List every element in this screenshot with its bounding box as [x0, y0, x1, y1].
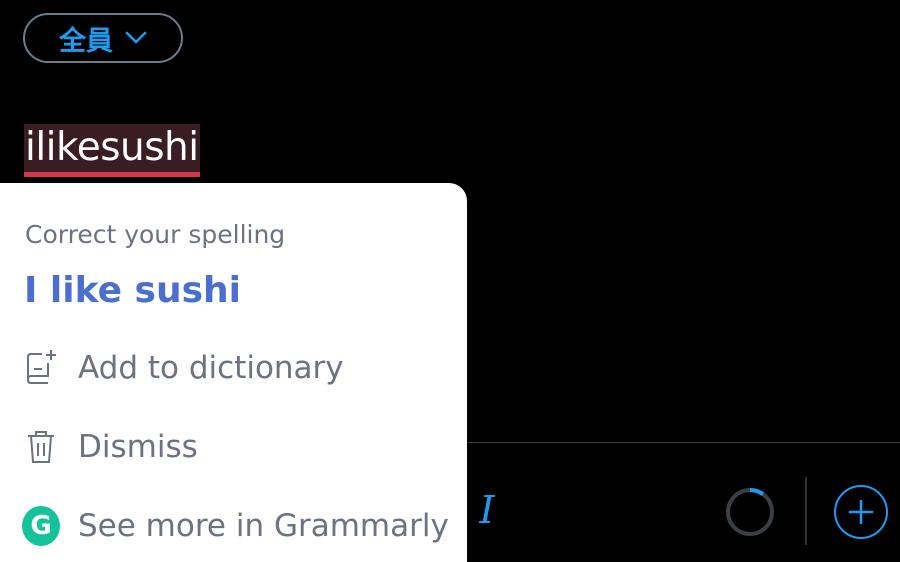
compose-divider	[466, 442, 900, 443]
audience-label: 全員	[59, 25, 113, 57]
dictionary-add-icon	[22, 348, 60, 388]
chevron-down-icon	[125, 31, 147, 45]
spelling-error-underline	[24, 172, 200, 177]
grammarly-suggestion-popup: Correct your spelling I like sushi Add t…	[0, 183, 467, 562]
add-thread-button[interactable]	[834, 485, 888, 539]
see-more-in-grammarly-button[interactable]: G See more in Grammarly	[22, 506, 449, 546]
dismiss-button[interactable]: Dismiss	[22, 427, 198, 467]
grammarly-logo-letter: G	[22, 506, 60, 546]
audience-selector-button[interactable]: 全員	[23, 13, 183, 63]
trash-icon	[22, 427, 60, 467]
grammarly-logo-icon: G	[22, 506, 60, 546]
misspelled-word[interactable]: ilikesushi	[24, 124, 200, 172]
add-thread-icon	[848, 499, 874, 525]
see-more-label: See more in Grammarly	[78, 508, 449, 544]
compose-text-area[interactable]: ilikesushi	[24, 124, 200, 180]
compose-screen: 全員 ilikesushi I Correct your spelling I …	[0, 0, 900, 562]
character-count-ring-icon	[725, 487, 775, 537]
dismiss-label: Dismiss	[78, 429, 198, 465]
add-to-dictionary-label: Add to dictionary	[78, 350, 344, 386]
add-to-dictionary-button[interactable]: Add to dictionary	[22, 348, 344, 388]
spelling-suggestion-button[interactable]: I like sushi	[24, 269, 241, 313]
popup-heading: Correct your spelling	[25, 220, 286, 249]
toolbar-separator	[805, 477, 807, 545]
italic-icon[interactable]: I	[472, 490, 502, 530]
